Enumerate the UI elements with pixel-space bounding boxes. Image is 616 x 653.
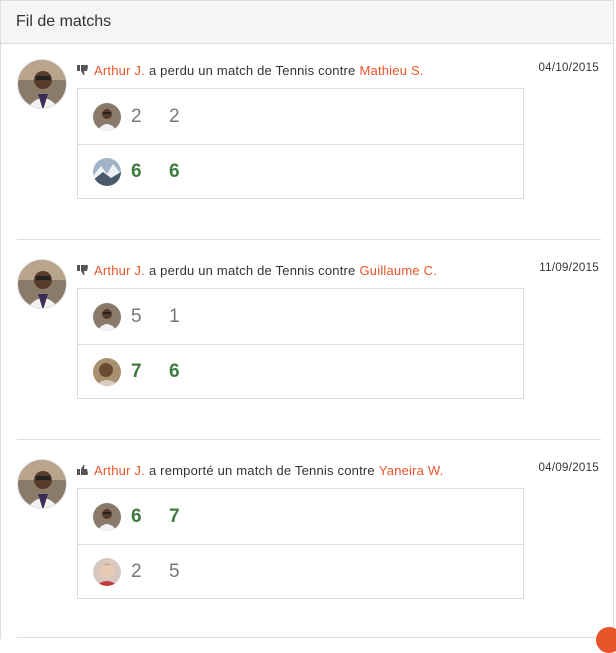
- player-link[interactable]: Arthur J.: [94, 63, 145, 78]
- set-score: 6: [131, 505, 142, 527]
- feed-item-text: Arthur J. a perdu un match de Tennis con…: [77, 60, 517, 80]
- feed-item: Arthur J. a perdu un match de Tennis con…: [1, 45, 615, 245]
- set-score: 2: [169, 105, 180, 127]
- avatar[interactable]: [17, 259, 67, 309]
- match-date: 04/09/2015: [538, 462, 599, 474]
- set-score: 6: [131, 161, 142, 182]
- feed-item: Arthur J. a remporté un match de Tennis …: [1, 445, 615, 645]
- panel-header: Fil de matchs: [1, 1, 613, 44]
- avatar[interactable]: [17, 59, 67, 109]
- set-score: 6: [169, 361, 180, 382]
- avatar[interactable]: [93, 158, 121, 186]
- avatar[interactable]: [93, 502, 121, 531]
- set-score: 7: [131, 361, 142, 382]
- score-row: 6 7: [78, 489, 523, 544]
- score-row: 5 1: [78, 289, 523, 344]
- match-date: 04/10/2015: [538, 62, 599, 74]
- scoreboard: 6 7 2 5: [77, 488, 524, 599]
- action-text: a perdu un match de Tennis contre: [148, 62, 356, 78]
- match-date: 11/09/2015: [539, 262, 599, 274]
- player-link[interactable]: Arthur J.: [94, 463, 145, 478]
- scoreboard: 5 1 7 6: [77, 288, 524, 399]
- action-text: a perdu un match de Tennis contre: [148, 262, 356, 278]
- set-score: 2: [131, 105, 142, 127]
- avatar[interactable]: [93, 302, 121, 331]
- feed-item-text: Arthur J. a perdu un match de Tennis con…: [77, 260, 517, 280]
- panel-title: Fil de matchs: [16, 13, 112, 30]
- feed-item-text: Arthur J. a remporté un match de Tennis …: [77, 460, 517, 480]
- score-row: 2 5: [78, 544, 523, 599]
- floating-action-button[interactable]: [596, 627, 616, 653]
- avatar[interactable]: [93, 358, 121, 386]
- avatar[interactable]: [93, 558, 121, 586]
- set-score: 5: [131, 305, 142, 327]
- divider: [17, 637, 601, 638]
- player-link[interactable]: Arthur J.: [94, 263, 145, 278]
- thumbs-down-icon: [77, 65, 88, 76]
- opponent-link[interactable]: Yaneira W.: [379, 463, 444, 478]
- set-score: 2: [131, 561, 142, 582]
- set-score: 6: [169, 161, 180, 182]
- set-score: 1: [169, 305, 180, 327]
- divider: [17, 239, 601, 240]
- feed-item: Arthur J. a perdu un match de Tennis con…: [1, 245, 615, 445]
- score-row: 6 6: [78, 144, 523, 199]
- scoreboard: 2 2 6 6: [77, 88, 524, 199]
- match-feed-panel: Fil de matchs Arthur J. a perdu un match…: [0, 0, 614, 639]
- set-score: 7: [169, 505, 180, 527]
- thumbs-up-icon: [77, 464, 88, 475]
- divider: [17, 439, 601, 440]
- action-text: a remporté un match de Tennis contre: [148, 462, 375, 478]
- score-row: 7 6: [78, 344, 523, 399]
- opponent-link[interactable]: Mathieu S.: [359, 63, 423, 78]
- thumbs-down-icon: [77, 265, 88, 276]
- avatar[interactable]: [93, 102, 121, 131]
- avatar[interactable]: [17, 459, 67, 509]
- opponent-link[interactable]: Guillaume C.: [359, 263, 437, 278]
- score-row: 2 2: [78, 89, 523, 144]
- set-score: 5: [169, 561, 180, 582]
